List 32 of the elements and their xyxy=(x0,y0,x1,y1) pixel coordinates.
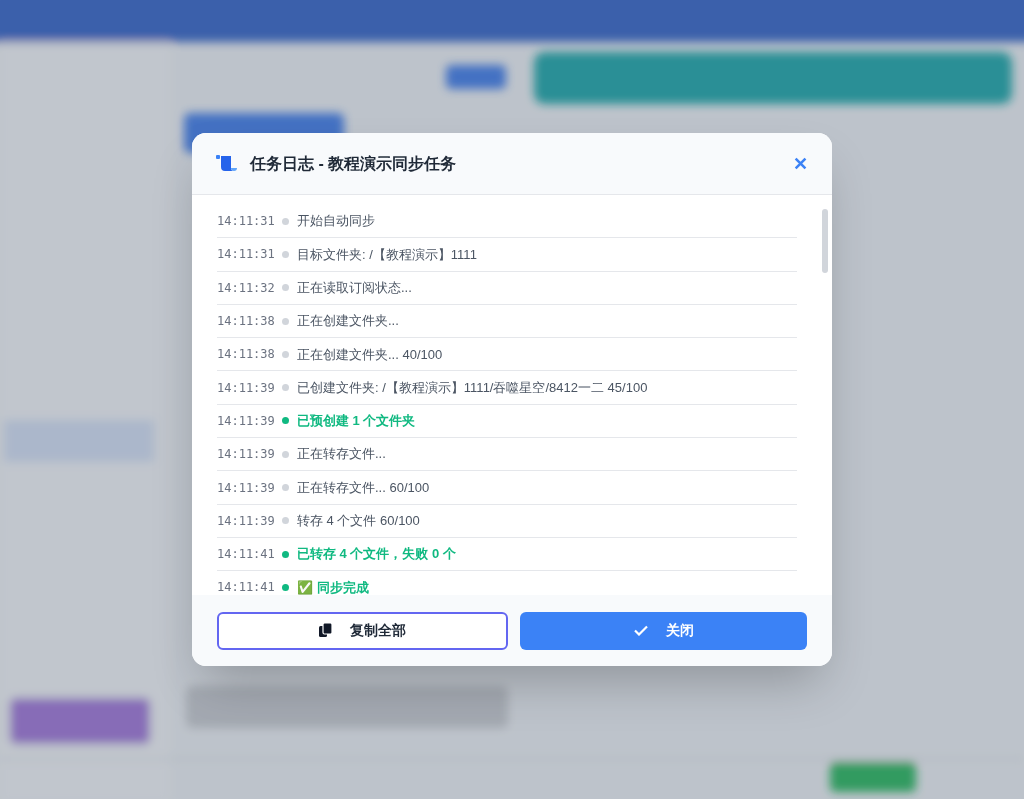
scroll-icon xyxy=(216,154,238,173)
log-time: 14:11:31 xyxy=(217,246,276,264)
log-message: 正在转存文件... xyxy=(297,445,386,464)
copy-icon xyxy=(319,623,332,638)
log-time: 14:11:41 xyxy=(217,579,276,595)
log-time: 14:11:39 xyxy=(217,412,276,430)
log-time: 14:11:32 xyxy=(217,279,276,297)
log-time: 14:11:38 xyxy=(217,346,276,364)
close-dialog-button[interactable]: 关闭 xyxy=(520,611,807,650)
log-time: 14:11:39 xyxy=(217,479,276,497)
log-time: 14:11:39 xyxy=(217,379,276,397)
log-message: 目标文件夹: /【教程演示】1111 xyxy=(297,245,477,264)
log-time: 14:11:31 xyxy=(217,213,276,231)
check-icon xyxy=(633,625,648,636)
log-message: 正在转存文件... 60/100 xyxy=(297,478,430,497)
copy-all-button[interactable]: 复制全部 xyxy=(217,611,508,650)
scrollbar[interactable] xyxy=(822,209,828,273)
log-time: 14:11:39 xyxy=(217,446,276,464)
log-message: 转存 4 个文件 60/100 xyxy=(297,512,420,531)
log-message: 已转存 4 个文件，失败 0 个 xyxy=(297,545,456,564)
log-time: 14:11:38 xyxy=(217,313,276,331)
log-message: 已创建文件夹: /【教程演示】1111/吞噬星空/8412一二 45/100 xyxy=(297,378,648,397)
log-message: 开始自动同步 xyxy=(297,212,375,231)
log-message: ✅ 同步完成 xyxy=(297,578,369,595)
log-message: 正在读取订阅状态... xyxy=(297,279,412,297)
log-time: 14:11:39 xyxy=(217,512,276,530)
log-message: 正在创建文件夹... 40/100 xyxy=(297,345,443,364)
log-time: 14:11:41 xyxy=(217,546,276,564)
log-message: 已预创建 1 个文件夹 xyxy=(297,412,416,431)
log-message: 正在创建文件夹... xyxy=(297,312,399,331)
dialog-title: 任务日志 - 教程演示同步任务 xyxy=(250,153,457,174)
close-button[interactable]: ✕ xyxy=(793,154,808,173)
